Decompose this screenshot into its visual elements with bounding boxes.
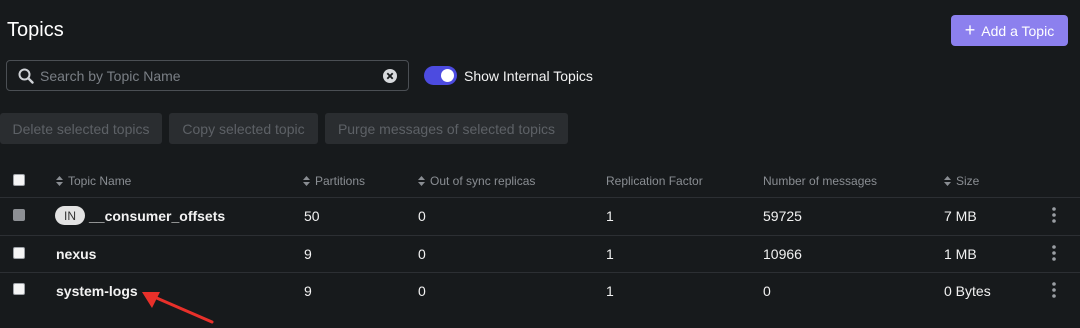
kebab-menu-icon[interactable]	[1051, 244, 1057, 262]
messages-value: 0	[763, 283, 771, 299]
search-box	[6, 60, 409, 91]
col-topic-name-label: Topic Name	[68, 174, 132, 188]
col-topic-name[interactable]: Topic Name	[56, 174, 131, 188]
topic-name-link[interactable]: system-logs	[56, 283, 138, 299]
topic-name-link[interactable]: __consumer_offsets	[89, 208, 225, 224]
col-out-of-sync[interactable]: Out of sync replicas	[418, 174, 535, 188]
replication-value: 1	[606, 283, 614, 299]
row-checkbox[interactable]	[13, 247, 25, 259]
show-internal-toggle[interactable]	[424, 66, 457, 85]
kebab-menu-icon[interactable]	[1051, 281, 1057, 299]
out-of-sync-value: 0	[418, 208, 426, 224]
select-all-checkbox[interactable]	[13, 174, 25, 186]
row-checkbox	[13, 209, 25, 221]
row-divider	[0, 197, 1080, 198]
sort-icon	[944, 176, 951, 186]
col-size[interactable]: Size	[944, 174, 979, 188]
size-value: 7 MB	[944, 208, 977, 224]
sort-icon	[56, 176, 63, 186]
size-value: 0 Bytes	[944, 283, 991, 299]
replication-value: 1	[606, 208, 614, 224]
topic-name-link[interactable]: nexus	[56, 246, 96, 262]
replication-value: 1	[606, 246, 614, 262]
col-partitions-label: Partitions	[315, 174, 366, 188]
partitions-value: 50	[304, 208, 320, 224]
plus-icon: +	[964, 19, 976, 40]
search-input[interactable]	[40, 61, 380, 90]
delete-selected-button[interactable]: Delete selected topics	[0, 113, 162, 144]
page-title: Topics	[7, 19, 64, 41]
out-of-sync-value: 0	[418, 283, 426, 299]
col-out-of-sync-label: Out of sync replicas	[430, 174, 536, 188]
row-divider	[0, 235, 1080, 236]
show-internal-label: Show Internal Topics	[464, 68, 593, 84]
search-icon	[18, 68, 34, 84]
copy-selected-button[interactable]: Copy selected topic	[169, 113, 318, 144]
messages-value: 59725	[763, 208, 802, 224]
out-of-sync-value: 0	[418, 246, 426, 262]
purge-selected-button[interactable]: Purge messages of selected topics	[325, 113, 568, 144]
col-size-label: Size	[956, 174, 980, 188]
row-divider	[0, 272, 1080, 273]
topics-page: Topics + Add a Topic Show Internal Topic…	[0, 0, 1080, 328]
col-messages-label: Number of messages	[763, 174, 878, 188]
add-topic-label: Add a Topic	[981, 22, 1055, 39]
col-replication: Replication Factor	[606, 174, 703, 188]
partitions-value: 9	[304, 283, 312, 299]
messages-value: 10966	[763, 246, 802, 262]
toggle-knob	[441, 69, 454, 82]
kebab-menu-icon[interactable]	[1051, 206, 1057, 224]
sort-icon	[303, 176, 310, 186]
col-messages: Number of messages	[763, 174, 877, 188]
row-checkbox[interactable]	[13, 283, 25, 295]
col-partitions[interactable]: Partitions	[303, 174, 365, 188]
partitions-value: 9	[304, 246, 312, 262]
col-replication-label: Replication Factor	[606, 174, 703, 188]
clear-icon[interactable]	[383, 69, 397, 83]
add-topic-button[interactable]: + Add a Topic	[951, 15, 1068, 46]
sort-icon	[418, 176, 425, 186]
size-value: 1 MB	[944, 246, 977, 262]
annotation-arrow-icon	[142, 292, 214, 324]
internal-badge: IN	[55, 206, 85, 225]
